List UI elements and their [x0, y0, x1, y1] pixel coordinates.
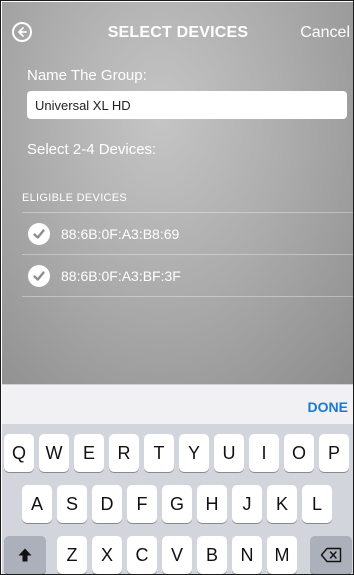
key-i[interactable]: I — [249, 434, 279, 472]
group-name-input[interactable] — [27, 91, 347, 119]
key-s[interactable]: S — [57, 485, 87, 523]
keyboard: Q W E R T Y U I O P A S D F G H J K L Z … — [2, 424, 353, 574]
select-devices-label: Select 2-4 Devices: — [27, 141, 157, 158]
key-q[interactable]: Q — [4, 434, 34, 472]
divider — [22, 212, 353, 213]
key-c[interactable]: C — [127, 536, 157, 574]
device-address: 88:6B:0F:A3:B8:69 — [61, 226, 180, 242]
divider — [22, 254, 353, 255]
key-g[interactable]: G — [162, 485, 192, 523]
key-x[interactable]: X — [92, 536, 122, 574]
key-w[interactable]: W — [39, 434, 69, 472]
backspace-key[interactable] — [310, 536, 352, 574]
key-j[interactable]: J — [232, 485, 262, 523]
cancel-button[interactable]: Cancel — [300, 24, 350, 42]
key-o[interactable]: O — [284, 434, 314, 472]
key-l[interactable]: L — [302, 485, 332, 523]
device-row-2[interactable]: 88:6B:0F:A3:BF:3F — [2, 256, 353, 296]
key-d[interactable]: D — [92, 485, 122, 523]
key-k[interactable]: K — [267, 485, 297, 523]
group-name-label: Name The Group: — [27, 67, 147, 84]
screen: SELECT DEVICES Cancel Name The Group: Se… — [0, 0, 354, 575]
done-button[interactable]: DONE — [308, 399, 348, 415]
key-v[interactable]: V — [162, 536, 192, 574]
shift-arrow-icon — [18, 548, 32, 562]
key-b[interactable]: B — [197, 536, 227, 574]
key-p[interactable]: P — [319, 434, 349, 472]
device-address: 88:6B:0F:A3:BF:3F — [61, 268, 181, 284]
select-devices-screen: SELECT DEVICES Cancel Name The Group: Se… — [2, 2, 353, 384]
key-f[interactable]: F — [127, 485, 157, 523]
device-row-1[interactable]: 88:6B:0F:A3:B8:69 — [2, 214, 353, 254]
key-m[interactable]: M — [267, 536, 297, 574]
key-a[interactable]: A — [22, 485, 52, 523]
keyboard-accessory-bar: DONE — [2, 384, 353, 424]
key-h[interactable]: H — [197, 485, 227, 523]
divider — [22, 296, 353, 297]
checkmark-icon[interactable] — [28, 265, 50, 287]
key-u[interactable]: U — [214, 434, 244, 472]
key-z[interactable]: Z — [57, 536, 87, 574]
eligible-devices-header: ELIGIBLE DEVICES — [22, 192, 128, 204]
nav-bar: SELECT DEVICES Cancel — [2, 2, 353, 58]
key-y[interactable]: Y — [179, 434, 209, 472]
key-n[interactable]: N — [232, 536, 262, 574]
key-r[interactable]: R — [109, 434, 139, 472]
key-t[interactable]: T — [144, 434, 174, 472]
checkmark-icon[interactable] — [28, 223, 50, 245]
backspace-icon — [320, 547, 342, 563]
key-e[interactable]: E — [74, 434, 104, 472]
shift-key[interactable] — [4, 536, 46, 574]
